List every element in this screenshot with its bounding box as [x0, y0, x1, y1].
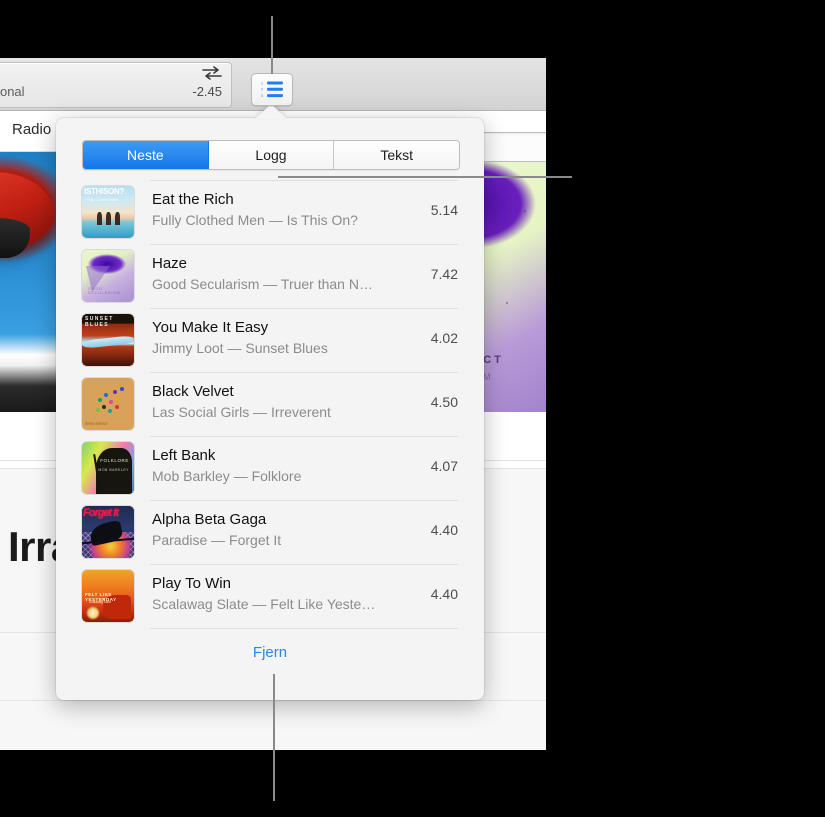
- tab-logg[interactable]: Logg: [208, 141, 335, 169]
- track-subtitle: Mob Barkley — Folklore: [152, 468, 302, 484]
- track-duration: 7.42: [430, 266, 458, 282]
- callout-line-tabs: [278, 176, 572, 178]
- track-duration: 4.50: [430, 394, 458, 410]
- up-next-popover: Neste Logg Tekst ISTHISON? Fully Clothed…: [56, 118, 484, 700]
- album-artwork: SUNSET BLUES: [82, 314, 134, 366]
- track-list: ISTHISON? Fully Clothed Men Eat the Rich…: [56, 180, 484, 628]
- track-title: Eat the Rich: [152, 191, 234, 208]
- album-artwork: GOOD SECULARISM: [82, 250, 134, 302]
- track-title: Black Velvet: [152, 383, 234, 400]
- table-row[interactable]: SUNSET BLUES You Make It Easy Jimmy Loot…: [56, 308, 484, 372]
- popover-arrow: [255, 104, 287, 119]
- track-title: You Make It Easy: [152, 319, 269, 336]
- row-divider: [150, 436, 458, 437]
- track-subtitle: Fully Clothed Men — Is This On?: [152, 212, 358, 228]
- album-artwork: Forget It: [82, 506, 134, 558]
- track-subtitle: Scalawag Slate — Felt Like Yeste…: [152, 596, 376, 612]
- track-title: Play To Win: [152, 575, 231, 592]
- queue-list-icon: 1 2 3: [261, 81, 283, 98]
- clear-queue-button[interactable]: Fjern: [56, 644, 484, 661]
- row-divider: [150, 180, 458, 181]
- svg-text:3: 3: [261, 94, 263, 98]
- now-playing-subtitle: ing Irrational: [0, 84, 25, 99]
- table-row[interactable]: FELT LIKE YESTERDAY Scalawag Slate Play …: [56, 564, 484, 628]
- track-title: Left Bank: [152, 447, 216, 464]
- queue-button[interactable]: 1 2 3: [251, 73, 293, 106]
- list-bottom-divider: [150, 628, 458, 629]
- album-artwork: FELT LIKE YESTERDAY Scalawag Slate: [82, 570, 134, 622]
- table-row[interactable]: ISTHISON? Fully Clothed Men Eat the Rich…: [56, 180, 484, 244]
- felt-like-yesterday-artwork: FELT LIKE YESTERDAY Scalawag Slate: [82, 570, 134, 622]
- track-duration: 4.07: [430, 458, 458, 474]
- row-divider: [150, 308, 458, 309]
- track-subtitle: Good Secularism — Truer than N…: [152, 276, 373, 292]
- track-subtitle: Paradise — Forget It: [152, 532, 282, 548]
- row-divider: [150, 244, 458, 245]
- svg-text:2: 2: [261, 88, 263, 92]
- table-row[interactable]: FOLKLORE MOB BARKLEY Left Bank Mob Barkl…: [56, 436, 484, 500]
- row-divider: [150, 500, 458, 501]
- track-subtitle: Jimmy Loot — Sunset Blues: [152, 340, 328, 356]
- forget-it-artwork: Forget It: [82, 506, 134, 558]
- callout-line-queue-button: [271, 16, 273, 74]
- album-artwork: IRREVERENT: [82, 378, 134, 430]
- track-duration: 4.40: [430, 586, 458, 602]
- row-divider: [150, 564, 458, 565]
- now-playing-display[interactable]: rn ing Irrational -2.45: [0, 62, 232, 108]
- track-title: Alpha Beta Gaga: [152, 511, 267, 528]
- album-artwork: ISTHISON? Fully Clothed Men: [82, 186, 134, 238]
- table-row[interactable]: IRREVERENT Black Velvet Las Social Girls…: [56, 372, 484, 436]
- nav-item-radio[interactable]: Radio: [12, 121, 51, 138]
- tab-tekst[interactable]: Tekst: [334, 141, 459, 169]
- irreverent-confetti-artwork: IRREVERENT: [82, 378, 134, 430]
- callout-line-clear-button: [273, 674, 275, 801]
- popover-tab-bar: Neste Logg Tekst: [82, 140, 460, 170]
- track-duration: 4.02: [430, 330, 458, 346]
- folklore-artwork: FOLKLORE MOB BARKLEY: [82, 442, 134, 494]
- row-divider: [150, 372, 458, 373]
- repeat-icon[interactable]: [201, 65, 223, 81]
- sunset-blues-artwork: SUNSET BLUES: [82, 314, 134, 366]
- table-row[interactable]: GOOD SECULARISM Haze Good Secularism — T…: [56, 244, 484, 308]
- haze-ufo-artwork: GOOD SECULARISM: [82, 250, 134, 302]
- svg-text:1: 1: [261, 81, 263, 85]
- is-this-on-artwork: ISTHISON? Fully Clothed Men: [82, 186, 134, 238]
- tab-neste[interactable]: Neste: [83, 141, 209, 169]
- remaining-time: -2.45: [192, 84, 222, 99]
- track-duration: 5.14: [430, 202, 458, 218]
- track-title: Haze: [152, 255, 188, 272]
- track-subtitle: Las Social Girls — Irreverent: [152, 404, 331, 420]
- track-duration: 4.40: [430, 522, 458, 538]
- album-artwork: FOLKLORE MOB BARKLEY: [82, 442, 134, 494]
- table-row[interactable]: Forget It Alpha Beta Gaga Paradise — For…: [56, 500, 484, 564]
